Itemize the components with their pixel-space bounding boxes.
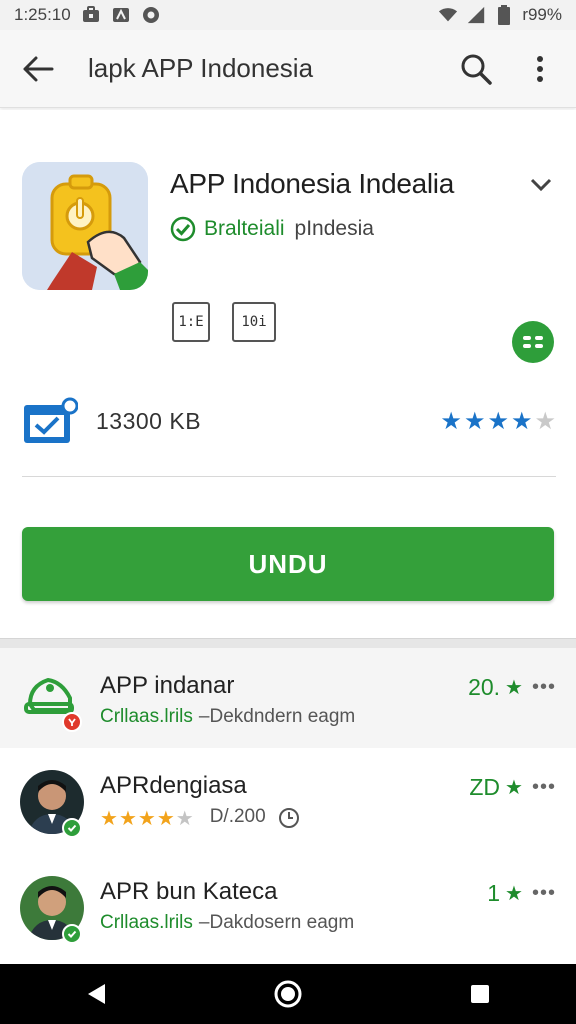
list-item-subtitle: Crllaas.lrils –Dakdosern eagm (100, 912, 355, 933)
app-icon[interactable] (22, 162, 148, 290)
more-horiz-icon[interactable]: ••• (532, 882, 556, 905)
star-icon: ★ (505, 677, 523, 699)
list-item-title: APP indanar (100, 672, 235, 699)
list-item[interactable]: APR bun Kateca Crllaas.lrils –Dakdosern … (0, 854, 576, 960)
star-icon: ★ (440, 407, 462, 435)
more-horiz-icon[interactable]: ••• (532, 776, 556, 799)
notification-briefcase-icon (81, 5, 101, 25)
triangle-back-icon (88, 984, 105, 1004)
share-icon (523, 336, 543, 348)
square-recents-icon (471, 985, 489, 1003)
share-button[interactable] (512, 321, 554, 363)
more-horiz-icon[interactable]: ••• (532, 676, 556, 699)
search-icon (461, 54, 492, 85)
list-item-rating: 1 ★ ••• (487, 880, 556, 906)
list-item-title: APRdengiasa (100, 772, 247, 799)
developer-name[interactable]: Bralteiali (204, 217, 285, 241)
star-icon: ★ (487, 407, 509, 435)
list-item-subtitle: Crllaas.lrils –Dekdndern eagm (100, 706, 356, 727)
wifi-icon (438, 5, 458, 25)
arrow-back-icon (23, 56, 54, 81)
mini-rating-stars: ★ ★ ★ ★ ★ (100, 806, 194, 831)
back-button[interactable] (18, 49, 58, 89)
stats-row: 13300 KB ★ ★ ★ ★ ★ (22, 396, 556, 446)
list-item-rating: ZD ★ ••• (469, 774, 556, 800)
search-app-bar: lapk APP Indonesia (0, 30, 576, 108)
star-icon: ★ (534, 407, 556, 435)
star-icon: ★ (505, 777, 523, 799)
section-separator (0, 638, 576, 648)
star-icon: ★ (137, 808, 156, 830)
star-icon: ★ (156, 808, 175, 830)
download-badge-icon (24, 397, 78, 443)
list-item[interactable]: APP indanar Crllaas.lrils –Dekdndern eag… (0, 648, 576, 748)
chevron-down-icon (530, 178, 552, 192)
verified-check-icon (170, 216, 196, 242)
system-nav-bar (0, 964, 576, 1024)
developer-location: pIndesia (294, 217, 374, 240)
status-time: 1:25:10 (14, 5, 71, 24)
star-icon: ★ (175, 808, 194, 830)
age-rating-badge: 10i (232, 302, 276, 342)
install-button[interactable]: UNDU (22, 527, 554, 601)
search-query[interactable]: lapk APP Indonesia (88, 53, 313, 84)
downloads-count: 13300 KB (96, 407, 202, 434)
status-bar: 1:25:10 r99% (0, 0, 576, 30)
star-icon: ★ (463, 407, 486, 435)
battery-level: r99% (522, 5, 562, 24)
circle-home-icon (274, 980, 302, 1008)
nav-home-button[interactable] (263, 969, 313, 1019)
notification-circle-icon (141, 5, 161, 25)
content-badges: 1:E 10i (172, 302, 276, 342)
list-item[interactable]: APRdengiasa ★ ★ ★ ★ ★ D/.200 ZD ★ ••• (0, 748, 576, 854)
notification-store-icon (111, 5, 131, 25)
list-item-rating: 20. ★ ••• (468, 674, 556, 700)
overflow-menu-button[interactable] (520, 49, 560, 89)
star-icon: ★ (505, 883, 523, 905)
search-button[interactable] (456, 49, 496, 89)
alert-badge-icon (62, 712, 82, 732)
expand-button[interactable] (526, 170, 556, 200)
app-title: APP Indonesia Indealia (170, 168, 454, 199)
signal-icon (466, 5, 486, 25)
star-icon: ★ (118, 808, 137, 830)
list-item-subtitle: ★ ★ ★ ★ ★ D/.200 (100, 806, 300, 831)
verified-check-icon (62, 924, 82, 944)
rating-stars: ★ ★ ★ ★ ★ (440, 407, 556, 436)
battery-icon (494, 5, 514, 25)
nav-back-button[interactable] (71, 969, 121, 1019)
more-vert-icon (537, 55, 543, 82)
app-logo-icon (22, 162, 148, 290)
verified-check-icon (62, 818, 82, 838)
list-item-title: APR bun Kateca (100, 878, 278, 905)
developer-row: Bralteiali pIndesia (170, 216, 374, 242)
divider (22, 476, 556, 477)
related-apps-list: APP indanar Crllaas.lrils –Dekdndern eag… (0, 648, 576, 960)
app-detail-card: APP Indonesia Indealia Bralteiali pIndes… (0, 110, 576, 640)
star-icon: ★ (510, 407, 533, 435)
nav-recents-button[interactable] (455, 969, 505, 1019)
content-rating-badge: 1:E (172, 302, 210, 342)
star-icon: ★ (100, 808, 118, 830)
clock-icon (278, 808, 299, 828)
